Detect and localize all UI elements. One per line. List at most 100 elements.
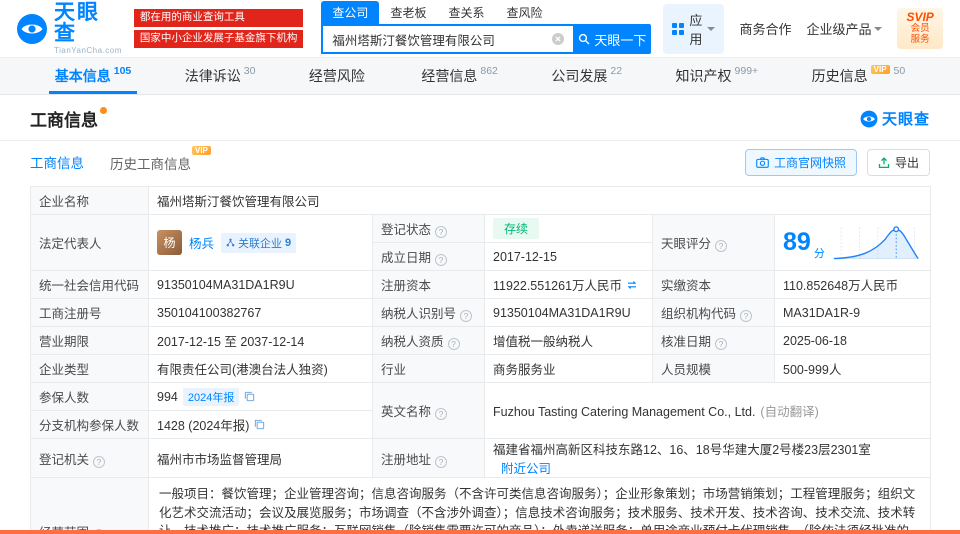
primary-tabs: 基本信息105 法律诉讼30 经营风险 经营信息862 公司发展22 知识产权9… (0, 57, 960, 95)
tab-operation-risk[interactable]: 经营风险 (303, 58, 374, 94)
tianyancha-logo-icon (16, 13, 48, 45)
apps-button[interactable]: 应用 (663, 4, 724, 54)
top-nav: 应用 商务合作 企业级产品 SVIP 会员服务 此处禁... (663, 4, 960, 54)
subtab-history-business-info[interactable]: 历史工商信息 VIP (110, 153, 212, 173)
help-icon[interactable]: ? (448, 338, 460, 350)
english-name-label: 英文名称? (373, 383, 485, 439)
help-icon[interactable]: ? (435, 226, 447, 238)
tab-intellectual-property[interactable]: 知识产权999+ (670, 58, 765, 94)
reg-address-cell: 福建省福州高新区科技东路12、16、18号华建大厦2号楼23层2301室附近公司 (485, 439, 931, 478)
staff-size-value: 500-999人 (775, 355, 931, 383)
nav-link-products[interactable]: 企业级产品 (806, 19, 882, 38)
nearby-companies-link[interactable]: 附近公司 (501, 462, 551, 476)
nav-link-cooperation[interactable]: 商务合作 (739, 19, 791, 38)
caret-down-icon (874, 27, 882, 35)
tab-operation-info[interactable]: 经营信息862 (415, 58, 504, 94)
business-info-section: 工商信息 天眼查 工商信息 历史工商信息 VIP 工商官网快照 (0, 95, 960, 534)
subtab-business-info[interactable]: 工商信息 (30, 152, 84, 174)
credit-code-value: 91350104MA31DA1R9U (149, 271, 373, 299)
help-icon[interactable]: ? (715, 338, 727, 350)
tab-basic-info[interactable]: 基本信息105 (49, 58, 138, 94)
reg-address-label: 注册地址? (373, 439, 485, 478)
business-info-table: 企业名称 福州塔斯汀餐饮管理有限公司 法定代表人 杨 杨兵 关联企业 9 (30, 186, 931, 534)
reg-capital-cell: 11922.551261万人民币 (485, 271, 653, 299)
vip-tag: VIP (192, 146, 211, 155)
network-icon (226, 238, 235, 247)
org-code-label: 组织机构代码? (653, 299, 775, 327)
approval-date-value: 2025-06-18 (775, 327, 931, 355)
taxpayer-quality-label: 纳税人资质? (373, 327, 485, 355)
promo-badge-2: 国家中小企业发展子基金旗下机构 (134, 30, 304, 48)
tianyan-score[interactable]: 89 分 (783, 223, 922, 263)
reg-number-label: 工商注册号 (31, 299, 149, 327)
help-icon[interactable]: ? (715, 240, 727, 252)
related-companies-badge[interactable]: 关联企业 9 (221, 233, 296, 253)
paid-capital-value: 110.852648万人民币 (775, 271, 931, 299)
score-chart (832, 223, 920, 263)
business-term-label: 营业期限 (31, 327, 149, 355)
logo-subtext: TianYanCha.com (54, 47, 122, 55)
tianyancha-logo-icon (860, 110, 878, 128)
tab-legal-proceedings[interactable]: 法律诉讼30 (179, 58, 262, 94)
copy-icon[interactable] (254, 419, 265, 430)
insured-count-label: 参保人数 (31, 383, 149, 411)
reg-status-cell: 存续 (485, 215, 653, 243)
search-tab-company[interactable]: 查公司 (321, 1, 379, 24)
export-button[interactable]: 导出 (867, 149, 930, 176)
hot-dot-icon (100, 107, 107, 114)
company-name-value: 福州塔斯汀餐饮管理有限公司 (149, 187, 931, 215)
org-code-value: MA31DA1R-9 (775, 299, 931, 327)
search-icon (578, 33, 590, 45)
annual-report-badge[interactable]: 2024年报 (183, 388, 239, 406)
official-snapshot-button[interactable]: 工商官网快照 (745, 149, 857, 176)
bottom-banner-edge (0, 530, 960, 534)
approval-date-label: 核准日期? (653, 327, 775, 355)
clear-icon[interactable] (551, 32, 565, 46)
section-title: 工商信息 (30, 106, 98, 131)
legal-rep-link[interactable]: 杨兵 (189, 233, 214, 252)
help-icon[interactable]: ? (435, 254, 447, 266)
score-label: 天眼评分? (653, 215, 775, 271)
search-tab-risk[interactable]: 查风险 (495, 1, 553, 24)
reg-number-value: 350104100382767 (149, 299, 373, 327)
search-tab-relation[interactable]: 查关系 (437, 1, 495, 24)
tianyancha-logo[interactable]: 天眼查 TianYanCha.com (16, 2, 122, 55)
company-name-label: 企业名称 (31, 187, 149, 215)
search-area: 查公司 查老板 查关系 查风险 天眼一下 (321, 3, 651, 54)
status-badge: 存续 (493, 218, 539, 239)
business-scope-value: 一般项目：餐饮管理；企业管理咨询；信息咨询服务（不含许可类信息咨询服务）；企业形… (149, 478, 931, 534)
search-input[interactable] (321, 24, 573, 54)
taxpayer-id-value: 91350104MA31DA1R9U (485, 299, 653, 327)
svip-badge[interactable]: SVIP 会员服务 (897, 8, 942, 50)
help-icon[interactable]: ? (435, 408, 447, 420)
help-icon[interactable]: ? (740, 310, 752, 322)
help-icon[interactable]: ? (93, 456, 105, 468)
top-header: 天眼查 TianYanCha.com 都在用的商业查询工具 国家中小企业发展子基… (0, 0, 960, 57)
search-tabs: 查公司 查老板 查关系 查风险 (321, 3, 651, 24)
search-tab-boss[interactable]: 查老板 (379, 1, 437, 24)
branch-insured-label: 分支机构参保人数 (31, 411, 149, 439)
score-cell: 89 分 (775, 215, 931, 271)
paid-capital-label: 实缴资本 (653, 271, 775, 299)
currency-convert-icon[interactable] (626, 279, 638, 291)
search-button[interactable]: 天眼一下 (573, 24, 651, 54)
camera-icon (756, 157, 769, 168)
legal-rep-label: 法定代表人 (31, 215, 149, 271)
tab-history-info[interactable]: 历史信息 VIP 50 (806, 58, 912, 94)
logo-text: 天眼查 (54, 2, 122, 44)
branch-insured-cell: 1428 (2024年报) (149, 411, 373, 439)
reg-authority-label: 登记机关? (31, 439, 149, 478)
reg-capital-label: 注册资本 (373, 271, 485, 299)
established-date-label: 成立日期? (373, 243, 485, 271)
staff-size-label: 人员规模 (653, 355, 775, 383)
vip-tag: VIP (871, 65, 890, 74)
taxpayer-quality-value: 增值税一般纳税人 (485, 327, 653, 355)
caret-down-icon (707, 27, 715, 35)
tab-company-development[interactable]: 公司发展22 (545, 58, 628, 94)
help-icon[interactable]: ? (435, 456, 447, 468)
legal-rep-avatar[interactable]: 杨 (157, 230, 182, 255)
help-icon[interactable]: ? (460, 310, 472, 322)
copy-icon[interactable] (244, 391, 255, 402)
company-type-value: 有限责任公司(港澳台法人独资) (149, 355, 373, 383)
auto-translate-note: (自动翻译) (760, 405, 818, 419)
